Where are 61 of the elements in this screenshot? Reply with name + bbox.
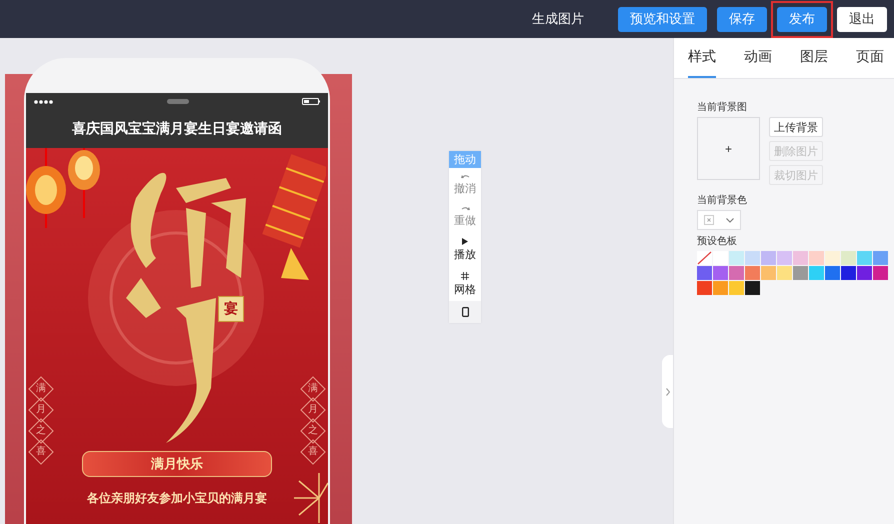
color-swatch[interactable]: [729, 281, 744, 295]
signal-dots-icon: [34, 100, 54, 104]
color-swatch[interactable]: [857, 251, 872, 265]
color-swatch[interactable]: [777, 266, 792, 280]
color-swatch[interactable]: [841, 251, 856, 265]
color-swatch[interactable]: [793, 251, 808, 265]
firework-drawing: [294, 473, 328, 523]
tool-button[interactable]: 播放: [449, 232, 481, 266]
color-swatch[interactable]: [809, 266, 824, 280]
panel-tab[interactable]: 图层: [800, 38, 828, 78]
invitation-subtitle: 各位亲朋好友参加小宝贝的满月宴: [86, 490, 268, 507]
color-swatch[interactable]: [777, 251, 792, 265]
tool-button[interactable]: 网格: [449, 266, 481, 301]
color-picker[interactable]: [697, 210, 741, 230]
section-label: 当前背景图: [697, 100, 748, 114]
color-swatch[interactable]: [761, 251, 776, 265]
color-swatch[interactable]: [745, 281, 760, 295]
slash-icon: [697, 251, 712, 265]
device-preview-button[interactable]: [449, 301, 481, 323]
add-image-button[interactable]: +: [697, 117, 760, 180]
color-swatch[interactable]: [713, 251, 728, 265]
color-swatch[interactable]: [761, 266, 776, 280]
phone-icon: [462, 307, 468, 317]
generate-image-link[interactable]: 生成图片: [520, 6, 596, 32]
greeting-banner: 满月快乐: [82, 451, 272, 477]
chevron-down-icon: [726, 218, 734, 222]
no-color-swatch[interactable]: [697, 251, 712, 265]
color-swatch[interactable]: [793, 266, 808, 280]
color-swatch[interactable]: [697, 266, 712, 280]
panel-tab[interactable]: 页面: [856, 38, 884, 78]
empty-color-icon: [704, 215, 714, 225]
speaker-slot-icon: [167, 99, 189, 104]
chevron-right-icon: [666, 388, 670, 396]
color-swatch[interactable]: [825, 251, 840, 265]
panel-tab[interactable]: 样式: [688, 38, 716, 78]
color-swatch[interactable]: [873, 251, 888, 265]
section-label: 当前背景色: [697, 194, 748, 207]
color-swatch[interactable]: [713, 281, 728, 295]
undo-icon: [460, 174, 470, 179]
panel-collapse-handle[interactable]: [662, 355, 673, 428]
color-swatch[interactable]: [809, 251, 824, 265]
toolbar-button[interactable]: 退出: [837, 6, 887, 32]
battery-icon: [302, 98, 320, 105]
color-swatch[interactable]: [729, 251, 744, 265]
seal-stamp: 宴: [218, 296, 244, 322]
image-action-button[interactable]: 上传背景: [769, 117, 823, 137]
invitation-title: 喜庆国风宝宝满月宴生日宴邀请函: [71, 120, 283, 138]
color-swatch[interactable]: [873, 266, 888, 280]
color-swatch[interactable]: [825, 266, 840, 280]
section-label: 预设色板: [697, 234, 738, 248]
color-swatch[interactable]: [713, 266, 728, 280]
color-swatch[interactable]: [697, 281, 712, 295]
redo-icon: [460, 206, 470, 211]
color-swatch[interactable]: [841, 266, 856, 280]
panel-tab[interactable]: 动画: [744, 38, 772, 78]
color-swatch[interactable]: [857, 266, 872, 280]
color-swatch[interactable]: [745, 266, 760, 280]
color-swatch[interactable]: [745, 251, 760, 265]
grid-icon: [461, 272, 469, 280]
color-swatch[interactable]: [729, 266, 744, 280]
play-icon: [462, 238, 468, 245]
